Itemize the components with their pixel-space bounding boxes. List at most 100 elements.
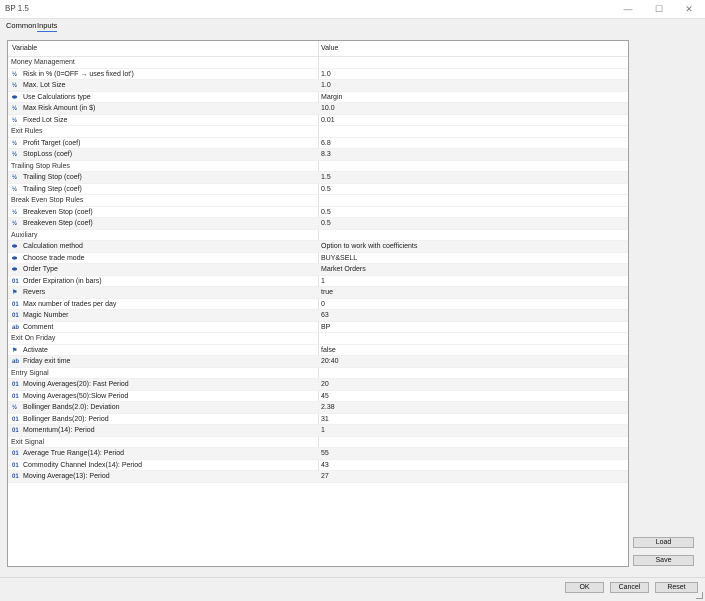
parameter-label: Max Risk Amount (in $)	[23, 105, 96, 112]
integer-icon: 01	[12, 474, 19, 480]
parameter-value[interactable]: Margin	[321, 94, 342, 101]
parameter-value[interactable]: Market Orders	[321, 266, 366, 273]
parameter-name: ⬬ Order Type	[12, 266, 58, 274]
parameter-row[interactable]: 01 Momentum(14): Period 1	[8, 425, 628, 437]
parameter-value[interactable]: 1	[321, 427, 325, 434]
parameter-label: Activate	[23, 346, 48, 354]
integer-icon: 01	[12, 278, 19, 285]
parameter-row[interactable]: 01 Magic Number 63	[8, 310, 628, 322]
parameter-row[interactable]: ⚑ Activate false	[8, 345, 628, 356]
parameter-row[interactable]: 01 Order Expiration (in bars) 1	[8, 276, 628, 287]
parameter-row[interactable]: ab Comment BP	[8, 322, 628, 333]
parameter-value[interactable]: 6.8	[321, 140, 331, 147]
cancel-button[interactable]: Cancel	[610, 582, 649, 593]
parameter-row[interactable]: 01 Moving Averages(50):Slow Period 45	[8, 391, 628, 402]
parameter-value[interactable]: Option to work with coefficients	[321, 243, 417, 250]
parameter-value[interactable]: 55	[321, 450, 329, 457]
parameter-row[interactable]: 01 Average True Range(14): Period 55	[8, 448, 628, 460]
parameter-value[interactable]: 2.38	[321, 404, 335, 411]
parameter-row[interactable]: ½ Trailing Stop (coef) 1.5	[8, 172, 628, 184]
tab-common[interactable]: Common	[6, 21, 36, 30]
parameter-row[interactable]: ½ StopLoss (coef) 8.3	[8, 149, 628, 161]
parameter-value[interactable]: 43	[321, 462, 329, 469]
fraction-icon: ½	[12, 186, 18, 193]
parameter-value[interactable]: 0.01	[321, 117, 335, 124]
parameter-row[interactable]: ½ Trailing Step (coef) 0.5	[8, 184, 628, 195]
parameter-value[interactable]: false	[321, 347, 336, 354]
parameter-name: ½ Max Risk Amount (in $)	[12, 105, 95, 112]
parameter-name: ½ Trailing Stop (coef)	[12, 174, 82, 181]
tab-bar: Common Inputs	[0, 19, 705, 34]
parameter-name: ab Comment	[12, 324, 53, 331]
parameter-row[interactable]: ⬬ Use Calculations type Margin	[8, 92, 628, 103]
integer-icon: 01	[12, 462, 19, 469]
tab-inputs[interactable]: Inputs	[37, 21, 58, 32]
fraction-icon: ½	[12, 117, 18, 124]
parameter-row[interactable]: ½ Bollinger Bands(2.0): Deviation 2.38	[8, 402, 628, 414]
section-row: Exit Signal	[8, 437, 628, 448]
parameter-row[interactable]: ab Friday exit time 20:40	[8, 356, 628, 368]
parameter-value[interactable]: 31	[321, 416, 329, 423]
parameter-label: Commodity Channel Index(14): Period	[23, 461, 143, 469]
reset-button[interactable]: Reset	[655, 582, 698, 593]
parameter-value[interactable]: 0.5	[321, 220, 331, 227]
parameter-row[interactable]: ½ Max. Lot Size 1.0	[8, 80, 628, 92]
parameter-row[interactable]: ⚑ Revers true	[8, 287, 628, 299]
parameter-name: ½ Max. Lot Size	[12, 82, 65, 89]
parameter-label: Friday exit time	[23, 358, 71, 365]
parameter-value[interactable]: 63	[321, 312, 329, 319]
save-button[interactable]: Save	[633, 555, 694, 566]
close-button[interactable]: ✕	[674, 1, 704, 17]
parameter-row[interactable]: 01 Bollinger Bands(20): Period 31	[8, 414, 628, 425]
parameter-value[interactable]: 10.0	[321, 105, 335, 112]
fraction-icon: ½	[12, 405, 18, 411]
parameter-row[interactable]: ½ Max Risk Amount (in $) 10.0	[8, 103, 628, 115]
parameter-row[interactable]: ½ Fixed Lot Size 0.01	[8, 115, 628, 126]
minimize-button[interactable]: —	[613, 1, 643, 17]
parameter-row[interactable]: 01 Moving Averages(20): Fast Period 20	[8, 379, 628, 391]
parameter-name: ½ Trailing Step (coef)	[12, 186, 82, 193]
parameter-row[interactable]: 01 Moving Average(13): Period 27	[8, 471, 628, 483]
parameter-row[interactable]: ⬬ Choose trade mode BUY&SELL	[8, 253, 628, 264]
parameter-row[interactable]: ½ Breakeven Stop (coef) 0.5	[8, 207, 628, 218]
parameter-value[interactable]: true	[321, 289, 333, 296]
parameter-value[interactable]: 20	[321, 381, 329, 388]
maximize-button[interactable]: ☐	[644, 1, 674, 17]
parameter-value[interactable]: 0	[321, 301, 325, 308]
section-row: Trailing Stop Rules	[8, 161, 628, 172]
resize-grip-icon[interactable]	[696, 592, 703, 599]
parameter-value[interactable]: 1.5	[321, 174, 331, 181]
parameter-value[interactable]: 20:40	[321, 358, 339, 365]
section-row: Exit Rules	[8, 126, 628, 138]
parameter-label: Max number of trades per day	[23, 300, 117, 308]
parameter-value[interactable]: 1.0	[321, 71, 331, 78]
parameter-value[interactable]: 0.5	[321, 209, 331, 216]
integer-icon: 01	[12, 451, 19, 457]
parameter-row[interactable]: ⬬ Calculation method Option to work with c…	[8, 241, 628, 253]
value-column-header[interactable]: Value	[321, 45, 338, 52]
variable-column-header[interactable]: Variable	[12, 45, 37, 52]
parameter-value[interactable]: BP	[321, 324, 330, 331]
parameter-label: Breakeven Stop (coef)	[23, 208, 93, 216]
parameter-row[interactable]: 01 Commodity Channel Index(14): Period 43	[8, 460, 628, 471]
parameter-name: ½ Breakeven Stop (coef)	[12, 209, 93, 216]
integer-icon: 01	[12, 416, 19, 423]
parameter-label: Choose trade mode	[23, 254, 85, 262]
section-row: Auxiliary	[8, 230, 628, 241]
parameter-row[interactable]: ½ Profit Target (coef) 6.8	[8, 138, 628, 149]
parameter-value[interactable]: 8.3	[321, 151, 331, 158]
parameter-name: ½ Bollinger Bands(2.0): Deviation	[12, 404, 120, 411]
parameter-value[interactable]: 1.0	[321, 82, 331, 89]
parameter-value[interactable]: 45	[321, 393, 329, 400]
parameter-row[interactable]: ⬬ Order Type Market Orders	[8, 264, 628, 276]
parameter-value[interactable]: 0.5	[321, 186, 331, 193]
parameter-value[interactable]: 27	[321, 473, 329, 480]
parameter-row[interactable]: ½ Risk in % (0=OFF → uses fixed lot') 1.0	[8, 69, 628, 80]
section-label: Trailing Stop Rules	[11, 162, 70, 170]
parameter-row[interactable]: 01 Max number of trades per day 0	[8, 299, 628, 310]
load-button[interactable]: Load	[633, 537, 694, 548]
parameter-row[interactable]: ½ Breakeven Step (coef) 0.5	[8, 218, 628, 230]
parameter-value[interactable]: 1	[321, 278, 325, 285]
ok-button[interactable]: OK	[565, 582, 604, 593]
parameter-value[interactable]: BUY&SELL	[321, 255, 357, 262]
